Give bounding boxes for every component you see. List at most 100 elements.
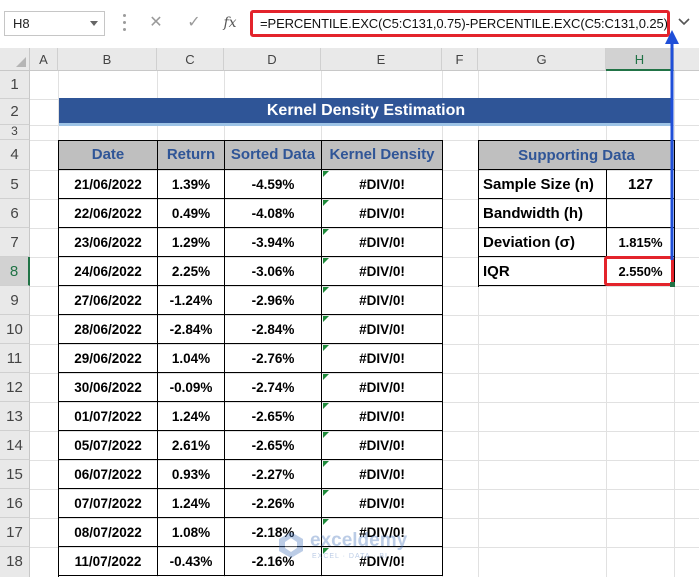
error-indicator-icon[interactable] [323,461,329,467]
date-cell[interactable]: 08/07/2022 [59,518,158,547]
select-all-corner[interactable] [0,48,30,71]
row-header-4[interactable]: 4 [0,140,30,170]
row-header-7[interactable]: 7 [0,228,30,257]
column-header-e[interactable]: E [321,48,442,71]
kernel-density-cell[interactable]: #DIV/0! [322,199,443,228]
formula-input[interactable]: =PERCENTILE.EXC(C5:C131,0.75)-PERCENTILE… [250,10,670,37]
row-header-3[interactable]: 3 [0,125,30,140]
row-header-5[interactable]: 5 [0,170,30,199]
column-header-c[interactable]: C [157,48,224,71]
row-header-17[interactable]: 17 [0,518,30,547]
error-indicator-icon[interactable] [323,374,329,380]
kernel-density-cell[interactable]: #DIV/0! [322,344,443,373]
sorted-data-cell[interactable]: -2.65% [225,402,322,431]
date-cell[interactable]: 11/07/2022 [59,547,158,576]
sorted-data-cell[interactable]: -2.84% [225,315,322,344]
chevron-down-icon[interactable] [677,16,691,28]
sorted-data-cell[interactable]: -3.94% [225,228,322,257]
return-cell[interactable]: 1.24% [158,489,225,518]
sorted-data-cell[interactable]: -4.59% [225,170,322,199]
sorted-data-cell[interactable]: -4.08% [225,199,322,228]
row-header-1[interactable]: 1 [0,71,30,99]
error-indicator-icon[interactable] [323,200,329,206]
kernel-density-cell[interactable]: #DIV/0! [322,373,443,402]
kernel-density-cell[interactable]: #DIV/0! [322,315,443,344]
row-header-6[interactable]: 6 [0,199,30,228]
return-cell[interactable]: 2.25% [158,257,225,286]
fill-handle[interactable] [670,282,675,287]
error-indicator-icon[interactable] [323,519,329,525]
sorted-data-cell[interactable]: -2.96% [225,286,322,315]
column-header-f[interactable]: F [442,48,478,71]
date-cell[interactable]: 07/07/2022 [59,489,158,518]
date-cell[interactable]: 28/06/2022 [59,315,158,344]
name-box[interactable]: H8 [4,11,105,36]
sorted-data-cell[interactable]: -2.74% [225,373,322,402]
return-cell[interactable]: 0.93% [158,460,225,489]
date-cell[interactable]: 05/07/2022 [59,431,158,460]
error-indicator-icon[interactable] [323,229,329,235]
error-indicator-icon[interactable] [323,490,329,496]
sorted-data-cell[interactable]: -2.27% [225,460,322,489]
row-header-8[interactable]: 8 [0,257,30,286]
kernel-density-cell[interactable]: #DIV/0! [322,257,443,286]
return-cell[interactable]: -0.09% [158,373,225,402]
kernel-density-cell[interactable]: #DIV/0! [322,228,443,257]
return-cell[interactable]: -1.24% [158,286,225,315]
kernel-density-cell[interactable]: #DIV/0! [322,170,443,199]
date-cell[interactable]: 27/06/2022 [59,286,158,315]
kernel-density-cell[interactable]: #DIV/0! [322,460,443,489]
label-sample-size[interactable]: Sample Size (n) [479,170,607,199]
error-indicator-icon[interactable] [323,403,329,409]
error-indicator-icon[interactable] [323,432,329,438]
return-cell[interactable]: 1.08% [158,518,225,547]
kernel-density-cell[interactable]: #DIV/0! [322,286,443,315]
row-header-10[interactable]: 10 [0,315,30,344]
row-header-12[interactable]: 12 [0,373,30,402]
row-header-15[interactable]: 15 [0,460,30,489]
sorted-data-cell[interactable]: -2.76% [225,344,322,373]
date-cell[interactable]: 23/06/2022 [59,228,158,257]
row-header-11[interactable]: 11 [0,344,30,373]
row-header-16[interactable]: 16 [0,489,30,518]
kernel-density-cell[interactable]: #DIV/0! [322,402,443,431]
return-cell[interactable]: 1.24% [158,402,225,431]
chevron-down-icon[interactable] [90,21,98,26]
kernel-density-cell[interactable]: #DIV/0! [322,489,443,518]
row-header-2[interactable]: 2 [0,99,30,125]
header-return[interactable]: Return [158,141,225,170]
drag-handle-icon[interactable] [123,14,127,34]
return-cell[interactable]: 2.61% [158,431,225,460]
supporting-header[interactable]: Supporting Data [479,141,675,170]
return-cell[interactable]: 1.29% [158,228,225,257]
sorted-data-cell[interactable]: -2.65% [225,431,322,460]
return-cell[interactable]: 0.49% [158,199,225,228]
error-indicator-icon[interactable] [323,258,329,264]
date-cell[interactable]: 22/06/2022 [59,199,158,228]
enter-icon[interactable]: ✓ [183,9,205,37]
date-cell[interactable]: 30/06/2022 [59,373,158,402]
row-header-13[interactable]: 13 [0,402,30,431]
row-header-9[interactable]: 9 [0,286,30,315]
return-cell[interactable]: 1.04% [158,344,225,373]
date-cell[interactable]: 24/06/2022 [59,257,158,286]
column-header-b[interactable]: B [58,48,157,71]
row-header-18[interactable]: 18 [0,547,30,577]
return-cell[interactable]: -2.84% [158,315,225,344]
header-date[interactable]: Date [59,141,158,170]
row-header-14[interactable]: 14 [0,431,30,460]
return-cell[interactable]: -0.43% [158,547,225,576]
date-cell[interactable]: 01/07/2022 [59,402,158,431]
column-header-g[interactable]: G [478,48,606,71]
date-cell[interactable]: 21/06/2022 [59,170,158,199]
return-cell[interactable]: 1.39% [158,170,225,199]
header-sorted-data[interactable]: Sorted Data [225,141,322,170]
column-header-d[interactable]: D [224,48,321,71]
label-deviation[interactable]: Deviation (σ) [479,228,607,257]
sorted-data-cell[interactable]: -2.26% [225,489,322,518]
error-indicator-icon[interactable] [323,287,329,293]
sorted-data-cell[interactable]: -3.06% [225,257,322,286]
cancel-icon[interactable]: ✕ [145,9,167,37]
error-indicator-icon[interactable] [323,171,329,177]
label-iqr[interactable]: IQR [479,257,607,286]
